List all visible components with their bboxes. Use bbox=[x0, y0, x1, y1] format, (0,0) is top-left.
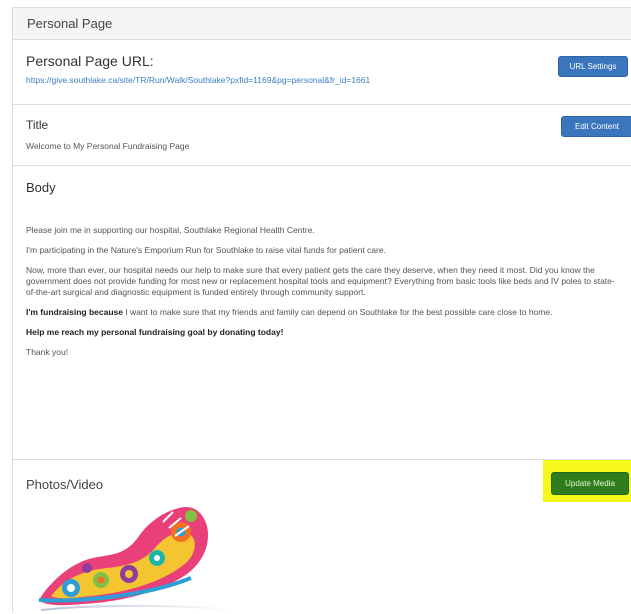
body-paragraph: Now, more than ever, our hospital needs … bbox=[26, 265, 615, 297]
body-paragraph: I'm participating in the Nature's Empori… bbox=[26, 245, 386, 255]
update-media-button[interactable]: Update Media bbox=[551, 472, 629, 495]
body-paragraph: Help me reach my personal fundraising go… bbox=[26, 327, 621, 338]
donation-call-to-action: Help me reach my personal fundraising go… bbox=[26, 327, 284, 337]
url-label: Personal Page URL: bbox=[26, 53, 154, 69]
title-label: Title bbox=[26, 118, 49, 132]
colorful-running-shoe-image bbox=[38, 506, 237, 611]
body-paragraph: Please join me in supporting our hospita… bbox=[26, 225, 315, 235]
personal-page-panel: Personal Page Personal Page URL: https:/… bbox=[12, 7, 631, 613]
fundraising-reason-bold: I'm fundraising because bbox=[26, 307, 123, 317]
panel-heading-title: Personal Page bbox=[27, 16, 113, 31]
body-label: Body bbox=[26, 180, 56, 195]
url-settings-button[interactable]: URL Settings bbox=[558, 56, 628, 77]
title-value: Welcome to My Personal Fundraising Page bbox=[26, 141, 190, 151]
panel-heading: Personal Page bbox=[13, 8, 631, 40]
edit-content-button[interactable]: Edit Content bbox=[561, 116, 631, 137]
photos-video-label: Photos/Video bbox=[26, 477, 104, 492]
photos-video-section: Photos/Video Update Media bbox=[13, 460, 631, 613]
body-content: Please join me in supporting our hospita… bbox=[26, 225, 621, 367]
body-paragraph: I'm fundraising because I want to make s… bbox=[26, 307, 621, 318]
title-section: Title Welcome to My Personal Fundraising… bbox=[13, 105, 631, 166]
body-section: Body Please join me in supporting our ho… bbox=[13, 166, 631, 460]
personal-page-url-section: Personal Page URL: https://give.southlak… bbox=[13, 40, 631, 105]
body-paragraph: Thank you! bbox=[26, 347, 69, 357]
personal-page-url-link[interactable]: https://give.southlake.ca/site/TR/Run/Wa… bbox=[26, 75, 370, 85]
fundraising-reason-text: I want to make sure that my friends and … bbox=[122, 307, 553, 317]
